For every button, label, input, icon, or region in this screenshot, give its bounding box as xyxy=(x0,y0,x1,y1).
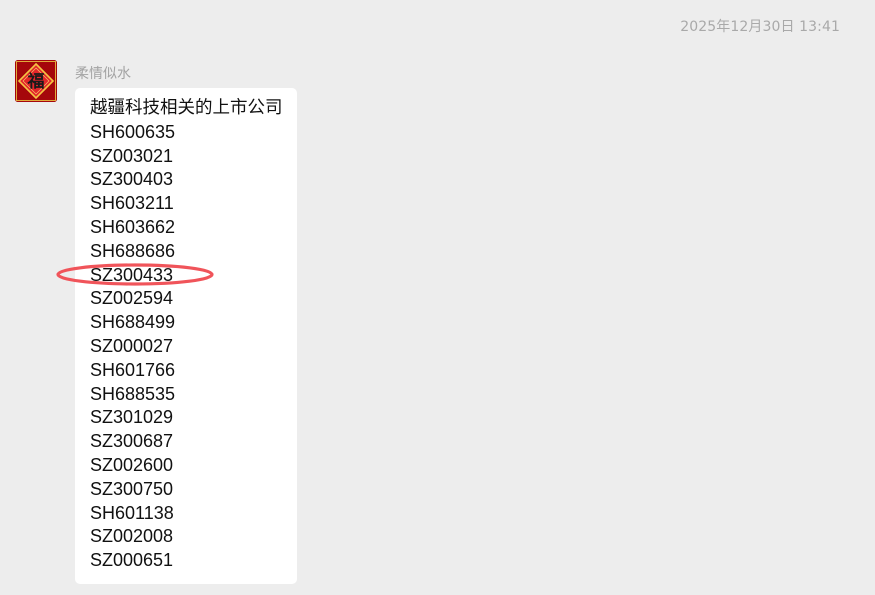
chat-message-area: 2025年12月30日 13:41 福 柔情似水 越疆科技相关的上市公司 SH6… xyxy=(0,0,875,595)
stock-code: SZ002594 xyxy=(90,288,174,309)
stock-code: SZ002008 xyxy=(90,526,174,547)
stock-code: SH688686 xyxy=(90,240,176,261)
avatar-fu-glyph: 福 xyxy=(27,71,45,92)
stock-code: SH601138 xyxy=(90,502,174,523)
stock-code: SH603662 xyxy=(90,216,176,237)
stock-code: SH688535 xyxy=(90,383,176,404)
fu-character-avatar-icon[interactable]: 福 xyxy=(15,60,57,102)
stock-code: SZ300403 xyxy=(90,169,174,190)
stock-code: SH688499 xyxy=(90,312,176,333)
stock-code: SZ000027 xyxy=(90,335,174,356)
avatar-image: 福 xyxy=(15,60,57,102)
message-timestamp: 2025年12月30日 13:41 xyxy=(680,19,840,35)
stock-code: SZ002600 xyxy=(90,454,174,475)
stock-code: SH603211 xyxy=(90,193,174,214)
sender-name: 柔情似水 xyxy=(75,66,131,82)
stock-code: SZ300750 xyxy=(90,478,174,499)
message-bubble[interactable]: 越疆科技相关的上市公司 SH600635 SZ003021 SZ300403 S… xyxy=(75,88,297,584)
stock-code: SZ003021 xyxy=(90,145,174,166)
stock-code-list: SH600635 SZ003021 SZ300403 SH603211 SH60… xyxy=(90,121,297,573)
stock-code: SH600635 xyxy=(90,121,176,142)
stock-code-highlighted: SZ300433 xyxy=(90,264,174,285)
message-title: 越疆科技相关的上市公司 xyxy=(90,98,283,118)
stock-code: SH601766 xyxy=(90,359,176,380)
stock-code: SZ000651 xyxy=(90,550,174,571)
stock-code: SZ300687 xyxy=(90,431,174,452)
stock-code: SZ301029 xyxy=(90,407,174,428)
